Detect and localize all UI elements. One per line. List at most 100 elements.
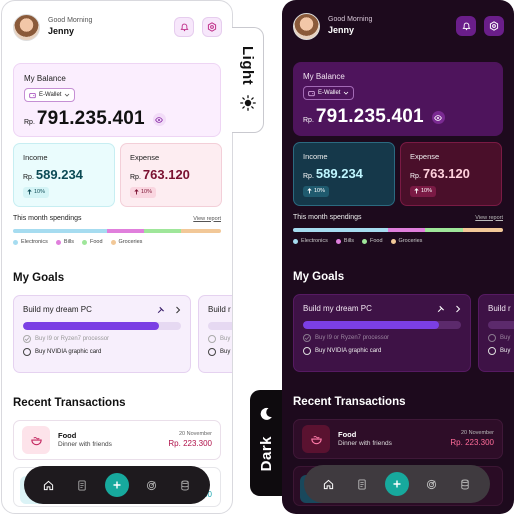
header-actions [456, 16, 504, 36]
check-circle-icon [208, 335, 216, 343]
add-button[interactable] [104, 473, 129, 497]
legend-dot [362, 238, 367, 244]
goal-task-label: Buy NVIDIA graphic card [315, 348, 382, 354]
goal-task[interactable]: Buy I9 or Ryzen7 processor [23, 335, 181, 343]
legend-item: Groceries [390, 238, 422, 244]
nav-reports[interactable] [71, 474, 93, 496]
legend-label: Groceries [118, 239, 143, 245]
view-report-link[interactable]: View report [475, 215, 503, 221]
goal-task-label: Buy I9 or Ryzen7 processor [315, 335, 390, 341]
goal-task[interactable]: Buy [488, 334, 514, 342]
goal-task[interactable]: Buy [488, 347, 514, 355]
transaction-item[interactable]: Food Dinner with friends 20 November Rp.… [13, 420, 221, 460]
legend-label: Bills [63, 239, 74, 245]
expense-title: Expense [130, 153, 160, 162]
nav-home[interactable] [318, 473, 340, 495]
chevron-right-icon[interactable] [455, 305, 461, 313]
goal-task[interactable]: Buy [208, 348, 232, 356]
database-icon [181, 480, 189, 490]
goal-progress-fill [303, 321, 439, 329]
nav-savings[interactable] [174, 474, 196, 496]
goal-task[interactable]: Buy I9 or Ryzen7 processor [303, 334, 461, 342]
goal-task-label: Buy I9 or Ryzen7 processor [35, 336, 110, 342]
user-name: Jenny [48, 25, 75, 36]
income-card[interactable]: Income Rp. 589.234 10% [13, 143, 115, 207]
legend-dot [55, 239, 61, 245]
home-icon [44, 480, 54, 490]
document-icon [78, 479, 87, 491]
view-report-link[interactable]: View report [193, 216, 221, 222]
nav-home[interactable] [38, 474, 60, 496]
expense-title: Expense [410, 152, 440, 161]
header: Good Morning Jenny [13, 13, 222, 41]
goal-card[interactable]: Build my dream PC Buy I9 or Ryzen7 proce… [293, 294, 471, 372]
legend-item: Groceries [110, 239, 143, 245]
goal-card-partial[interactable]: Build r Buy Buy [198, 295, 232, 373]
wallet-icon [308, 90, 315, 96]
dark-theme-tab[interactable]: Dark [250, 390, 282, 496]
chevron-right-icon[interactable] [175, 306, 181, 314]
settings-button[interactable] [202, 17, 222, 37]
toggle-visibility-button[interactable] [431, 111, 445, 124]
avatar[interactable] [293, 12, 320, 40]
spendings-segment-bills [106, 229, 145, 233]
goal-task[interactable]: Buy [208, 335, 232, 343]
avatar[interactable] [13, 13, 40, 41]
spendings-header: This month spendings View report [293, 214, 503, 221]
check-circle-icon [488, 334, 496, 342]
legend-item: Food [82, 239, 103, 245]
greeting-text: Good Morning [328, 16, 373, 24]
dark-tab-label: Dark [257, 436, 275, 472]
nav-goals[interactable] [421, 473, 443, 495]
legend-label: Electronics [301, 238, 328, 244]
goals-title: My Goals [13, 272, 65, 284]
expense-card[interactable]: Expense Rp. 763.120 10% [400, 142, 502, 206]
expense-change-badge: 10% [410, 185, 437, 197]
nav-savings[interactable] [454, 473, 476, 495]
legend-dot [335, 238, 341, 244]
settings-button[interactable] [484, 16, 504, 36]
transaction-desc: Dinner with friends [338, 439, 392, 447]
wallet-dropdown[interactable]: E-Wallet [24, 88, 76, 102]
spendings-title: This month spendings [293, 214, 362, 221]
goal-task[interactable]: Buy NVIDIA graphic card [23, 348, 181, 356]
goal-task[interactable]: Buy NVIDIA graphic card [303, 347, 461, 355]
wallet-dropdown[interactable]: E-Wallet [303, 86, 355, 100]
notification-button[interactable] [174, 17, 194, 37]
legend-item: Bills [55, 239, 74, 245]
circle-icon [23, 348, 31, 356]
arrow-up-icon [134, 189, 139, 195]
pin-icon[interactable] [437, 305, 445, 313]
target-icon [426, 479, 437, 489]
transaction-name: Food [338, 429, 357, 439]
legend-label: Electronics [21, 239, 48, 245]
nav-goals[interactable] [141, 474, 163, 496]
add-button[interactable] [384, 472, 409, 496]
plus-icon [113, 481, 121, 489]
spendings-legend: Electronics Bills Food Groceries [13, 239, 142, 245]
income-change: 10% [314, 188, 326, 194]
document-icon [358, 478, 367, 490]
nav-reports[interactable] [351, 473, 373, 495]
income-amount: 589.234 [315, 166, 363, 181]
pin-icon[interactable] [157, 306, 165, 314]
target-icon [146, 480, 157, 490]
light-theme-tab[interactable]: Light [232, 27, 264, 133]
goal-name: Build my dream PC [23, 305, 92, 314]
goal-task-label: Buy [220, 336, 231, 342]
goal-card[interactable]: Build my dream PC Buy I9 or Ryzen7 proce… [13, 295, 191, 373]
income-card[interactable]: Income Rp. 589.234 10% [293, 142, 395, 206]
goal-card-partial[interactable]: Build r Buy Buy [478, 294, 514, 372]
expense-currency: Rp. [410, 173, 421, 180]
spendings-legend: Electronics Bills Food Groceries [293, 238, 422, 244]
expense-card[interactable]: Expense Rp. 763.120 10% [120, 143, 222, 207]
eye-icon [155, 116, 164, 123]
transaction-item[interactable]: Food Dinner with friends 20 November Rp.… [293, 419, 503, 459]
notification-button[interactable] [456, 16, 476, 36]
spendings-header: This month spendings View report [13, 215, 221, 222]
expense-amount-row: Rp. 763.120 [130, 167, 212, 182]
goal-progress-bar [208, 322, 232, 330]
wallet-label: E-Wallet [39, 92, 62, 98]
toggle-visibility-button[interactable] [152, 113, 166, 126]
goal-progress-bar [303, 321, 461, 329]
